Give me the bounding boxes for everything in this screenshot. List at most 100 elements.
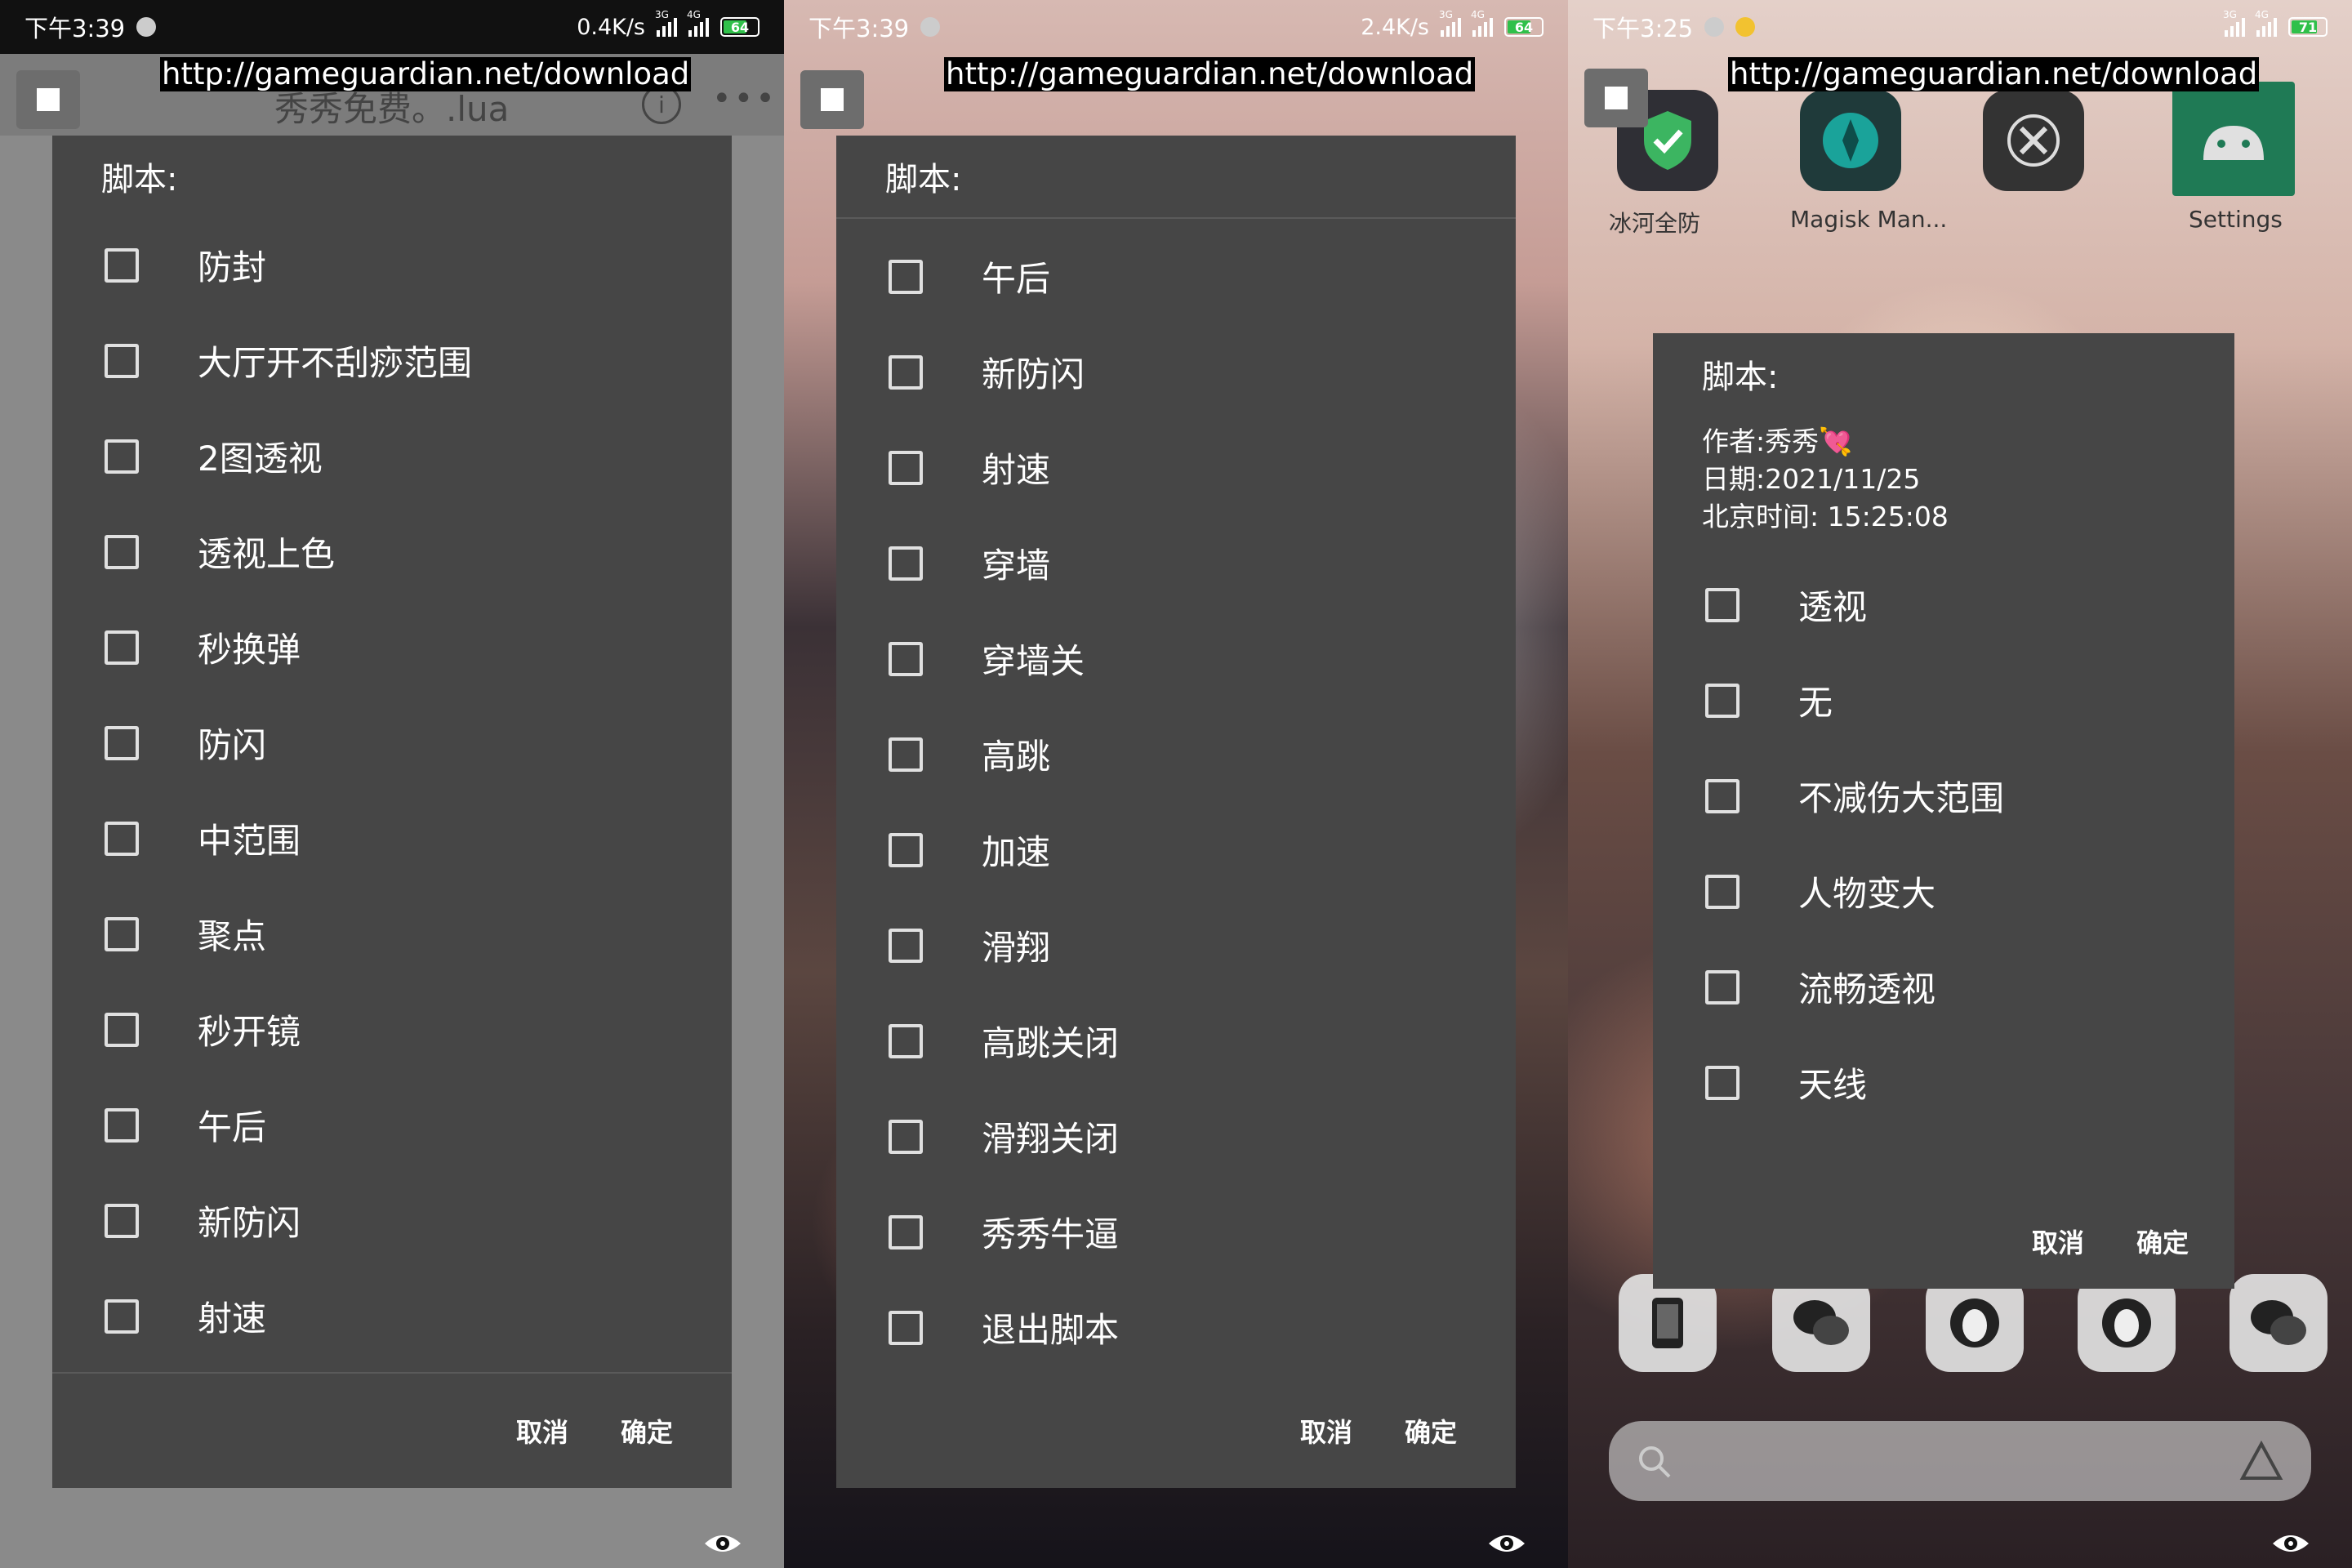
checkbox[interactable] [889,546,923,581]
script-option[interactable]: 流畅透视 [1653,939,2234,1035]
checkbox[interactable] [105,725,139,760]
script-option[interactable]: 新防闪 [52,1173,732,1268]
gameguardian-floating-button[interactable] [800,70,864,129]
checkbox[interactable] [1705,969,1740,1004]
confirm-button[interactable]: 确定 [2110,1223,2215,1260]
script-option[interactable]: 大厅开不刮痧范围 [52,313,732,408]
script-option[interactable]: 聚点 [52,886,732,982]
gameguardian-floating-button[interactable] [1584,69,1648,127]
script-option[interactable]: 2图透视 [52,408,732,504]
script-option[interactable]: 透视上色 [52,504,732,599]
script-option[interactable]: 秀秀牛逼 [836,1184,1516,1280]
script-option[interactable]: 不减伤大范围 [1653,748,2234,844]
checkbox[interactable] [889,641,923,676]
status-bar: 下午3:25 3G 4G 71 [1568,0,2352,54]
dock-phone-icon[interactable] [1619,1274,1717,1372]
dock-qq-clone-icon[interactable] [2078,1274,2176,1372]
search-icon [1639,1446,1671,1478]
script-option[interactable]: 射速 [52,1268,732,1364]
more-options-icon[interactable]: ••• [712,80,777,118]
checkbox[interactable] [889,832,923,867]
option-label: 午后 [982,259,1051,299]
script-option[interactable]: 人物变大 [1653,844,2234,939]
script-option[interactable]: 高跳关闭 [836,993,1516,1089]
script-option[interactable]: 穿墙关 [836,611,1516,706]
checkbox[interactable] [1705,778,1740,813]
option-label: 2图透视 [198,439,323,479]
checkbox[interactable] [889,450,923,485]
app-tools[interactable] [1983,90,2084,191]
checkbox[interactable] [105,1012,139,1047]
eye-icon[interactable] [1486,1527,1527,1560]
option-label: 秀秀牛逼 [982,1214,1120,1254]
checkbox[interactable] [105,1298,139,1334]
script-option[interactable]: 射速 [836,420,1516,515]
script-option[interactable]: 中范围 [52,791,732,886]
eye-icon[interactable] [2270,1527,2311,1560]
checkbox[interactable] [889,1023,923,1058]
checkbox[interactable] [105,343,139,378]
checkbox[interactable] [1705,587,1740,622]
checkbox[interactable] [105,916,139,951]
checkbox[interactable] [889,1310,923,1345]
script-option[interactable]: 滑翔关闭 [836,1089,1516,1184]
option-label: 防闪 [198,725,267,765]
script-option[interactable]: 秒开镜 [52,982,732,1077]
checkbox[interactable] [1705,874,1740,909]
status-time: 下午3:39 [24,15,126,42]
confirm-button[interactable]: 确定 [1379,1412,1483,1450]
dialog-title: 脚本: [885,161,962,198]
cancel-button[interactable]: 取消 [2006,1223,2110,1260]
script-option[interactable]: 秒换弹 [52,599,732,695]
gameguardian-floating-button[interactable] [16,70,80,129]
checkbox[interactable] [105,821,139,856]
home-search-bar[interactable] [1609,1421,2311,1501]
cancel-button[interactable]: 取消 [490,1412,595,1450]
checkbox[interactable] [889,928,923,963]
download-url-overlay: http://gameguardian.net/download [160,56,692,91]
dialog-title: 脚本: [101,161,178,198]
script-option[interactable]: 滑翔 [836,898,1516,993]
script-option[interactable]: 透视 [1653,557,2234,653]
dock-qq-icon[interactable] [1926,1274,2024,1372]
script-option[interactable]: 高跳 [836,706,1516,802]
dock-wechat-icon[interactable] [1772,1274,1870,1372]
script-option[interactable]: 防封 [52,217,732,313]
app-magisk[interactable] [1800,90,1901,191]
option-label: 聚点 [198,916,267,956]
checkbox[interactable] [1705,683,1740,718]
checkbox[interactable] [889,1119,923,1154]
checkbox[interactable] [1705,1065,1740,1100]
checkbox[interactable] [889,354,923,390]
script-option[interactable]: 防闪 [52,695,732,791]
cancel-button[interactable]: 取消 [1274,1412,1379,1450]
script-option[interactable]: 新防闪 [836,324,1516,420]
checkbox[interactable] [889,259,923,294]
option-label: 中范围 [198,821,301,861]
checkbox[interactable] [105,630,139,665]
script-option[interactable]: 天线 [1653,1035,2234,1130]
checkbox[interactable] [889,737,923,772]
script-option[interactable]: 午后 [836,229,1516,324]
script-option[interactable]: 退出脚本 [836,1280,1516,1375]
checkbox[interactable] [105,534,139,569]
checkbox[interactable] [105,247,139,283]
checkbox[interactable] [105,1203,139,1238]
confirm-button[interactable]: 确定 [595,1412,699,1450]
app-settings[interactable] [2172,82,2295,196]
option-label: 加速 [982,832,1051,872]
checkbox[interactable] [105,1107,139,1143]
signal-4g-icon: 4G [1471,9,1493,37]
script-option[interactable]: 无 [1653,653,2234,748]
status-time: 下午3:39 [808,15,910,42]
script-info: 作者:秀秀💘 日期:2021/11/25 北京时间: 15:25:08 [1653,423,2234,536]
magisk-icon [1823,113,1878,168]
checkbox[interactable] [105,439,139,474]
script-dialog: 脚本: 午后新防闪 射速 穿墙 穿墙关 高跳加速滑翔 高跳关闭 滑翔关闭秀秀牛逼退出脚本 取… [836,136,1516,1488]
dock-wechat-clone-icon[interactable] [2230,1274,2328,1372]
script-option[interactable]: 加速 [836,802,1516,898]
script-option[interactable]: 午后 [52,1077,732,1173]
checkbox[interactable] [889,1214,923,1250]
eye-icon[interactable] [702,1527,743,1560]
script-option[interactable]: 穿墙 [836,515,1516,611]
